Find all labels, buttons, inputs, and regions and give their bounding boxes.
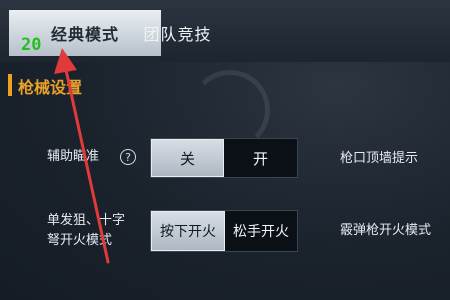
aim-assist-label: 辅助瞄准 xyxy=(47,149,100,164)
fire-mode-label-line2: 弩开火模式 xyxy=(47,233,113,248)
section-title-firearm-settings: 枪械设置 xyxy=(18,78,83,97)
aim-assist-on-option[interactable]: 开 xyxy=(224,139,297,177)
fire-mode-toggle[interactable]: 按下开火 松手开火 xyxy=(150,210,298,252)
muzzle-wall-hint-label: 枪口顶墙提示 xyxy=(340,151,419,166)
annotation-number: 20 xyxy=(21,35,42,55)
release-to-fire-option[interactable]: 松手开火 xyxy=(225,211,297,251)
shotgun-fire-mode-label: 霰弹枪开火模式 xyxy=(340,223,432,238)
tab-team-deathmatch[interactable]: 团队竞技 xyxy=(125,10,230,56)
aim-assist-off-option[interactable]: 关 xyxy=(151,139,224,177)
mode-tab-bar: 经典模式 团队竞技 xyxy=(0,0,450,62)
section-accent-bar xyxy=(8,74,12,96)
help-icon[interactable]: ? xyxy=(120,149,136,165)
fire-mode-label-line1: 单发狙、十字 xyxy=(47,213,126,228)
press-to-fire-option[interactable]: 按下开火 xyxy=(151,211,225,251)
aim-assist-toggle[interactable]: 关 开 xyxy=(150,138,298,178)
